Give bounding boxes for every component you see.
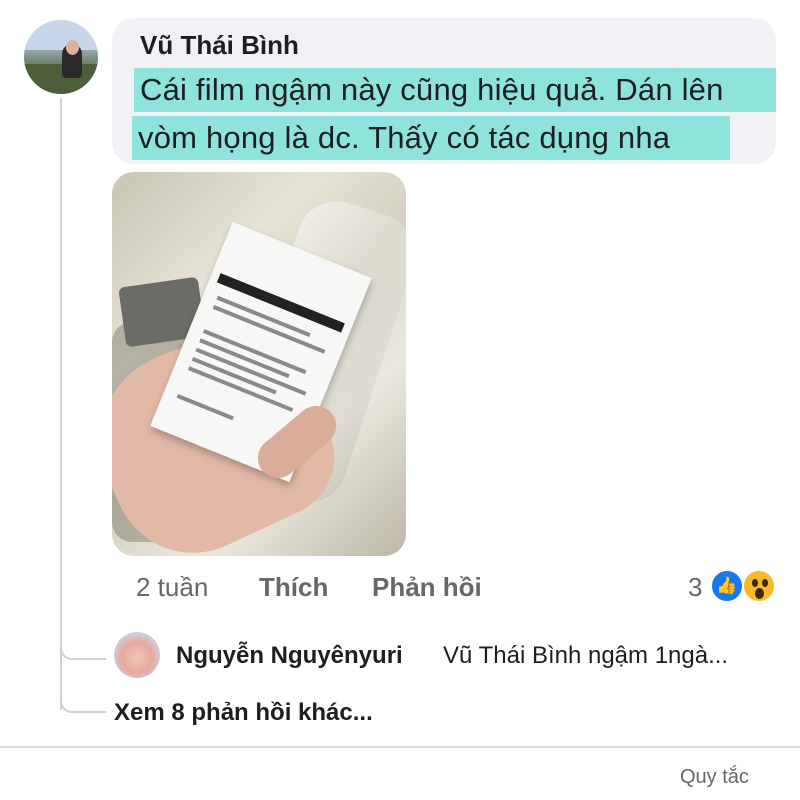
- wow-icon[interactable]: [742, 569, 776, 603]
- comment-timestamp[interactable]: 2 tuần: [136, 572, 208, 603]
- reply-button[interactable]: Phản hồi: [372, 572, 482, 603]
- thread-branch-more: [60, 693, 106, 713]
- comment-text-line: Cái film ngậm này cũng hiệu quả. Dán lên: [140, 72, 724, 107]
- reply-author[interactable]: Nguyễn Nguyênyuri: [176, 642, 403, 670]
- reaction-count[interactable]: 3: [688, 572, 702, 603]
- avatar[interactable]: [24, 20, 98, 94]
- thread-line: [60, 98, 62, 710]
- divider: [0, 746, 800, 748]
- like-icon[interactable]: 👍: [710, 569, 744, 603]
- like-button[interactable]: Thích: [259, 572, 328, 603]
- reply-text[interactable]: Vũ Thái Bình ngậm 1ngà...: [443, 642, 728, 670]
- thread-branch-reply: [60, 640, 106, 660]
- view-more-replies-link[interactable]: Xem 8 phản hồi khác...: [114, 699, 373, 727]
- comment-photo[interactable]: [112, 172, 406, 556]
- reply-avatar[interactable]: [114, 632, 160, 678]
- footer-link[interactable]: Quy tắc: [680, 766, 749, 789]
- comment-author[interactable]: Vũ Thái Bình: [140, 30, 299, 61]
- comment-text-line: vòm họng là dc. Thấy có tác dụng nha: [138, 120, 671, 155]
